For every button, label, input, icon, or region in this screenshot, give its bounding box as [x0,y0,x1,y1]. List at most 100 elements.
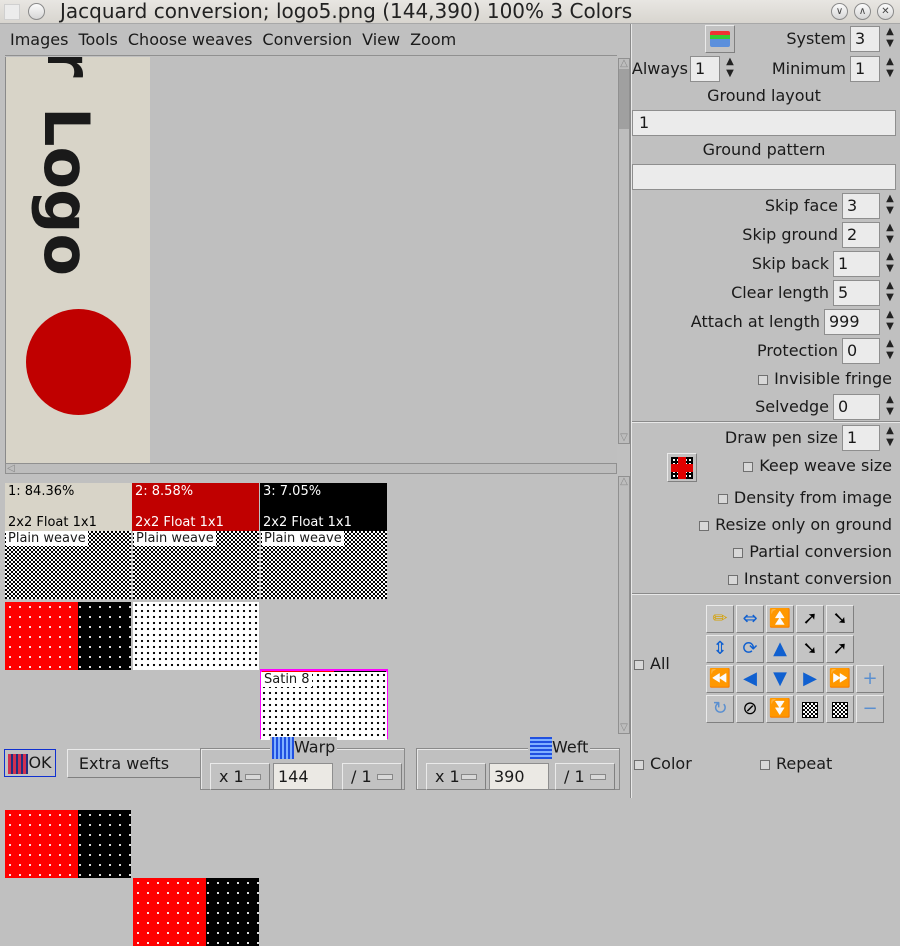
weave-cell[interactable] [133,602,259,670]
ok-button[interactable]: OK [4,749,56,777]
zoom-in-button[interactable]: + [856,665,884,693]
weave-vertical-scrollbar[interactable]: △ ▽ [618,476,630,734]
repeat-checkbox[interactable]: Repeat [760,754,832,773]
first-button[interactable]: ⏪ [706,665,734,693]
scroll-down-icon[interactable]: ▽ [619,432,629,444]
image-view[interactable]: r Logo [5,57,617,463]
menu-images[interactable]: Images [5,26,73,54]
minimum-input[interactable]: 1 [850,56,880,82]
skip-back-input[interactable]: 1 [833,251,880,277]
skip-ground-input[interactable]: 2 [842,222,880,248]
attach-at-length-spinner[interactable]: ▲ ▼ [883,309,897,335]
color-3-header[interactable]: 3: 7.05% 2x2 Float 1x1 [260,483,387,531]
checkbox-box[interactable] [717,493,728,504]
all-checkbox[interactable]: All [634,654,670,673]
skip-ground-spinner[interactable]: ▲ ▼ [883,222,897,248]
color-checkbox[interactable]: Color [634,754,692,773]
close-button[interactable]: ✕ [877,3,894,20]
partial-conversion-checkbox[interactable]: Partial conversion [733,542,892,561]
last-button[interactable]: ⏩ [826,665,854,693]
weave-cell[interactable]: Plain weave [5,531,131,599]
right-button[interactable]: ▶ [796,665,824,693]
minimize-button[interactable]: ∨ [831,3,848,20]
attach-at-length-input[interactable]: 999 [824,309,880,335]
clear-button[interactable]: ✏ [706,605,734,633]
weave-cell[interactable] [5,602,131,670]
up-button[interactable]: ▲ [766,635,794,663]
checkbox-box[interactable] [733,547,744,558]
skip-back-spinner[interactable]: ▲ ▼ [883,251,897,277]
skip-face-spinner[interactable]: ▲ ▼ [883,193,897,219]
double-up-button[interactable]: ⏫ [766,605,794,633]
color-2-header[interactable]: 2: 8.58% 2x2 Float 1x1 [132,483,259,531]
menu-zoom[interactable]: Zoom [405,26,461,54]
selvedge-spinner[interactable]: ▲ ▼ [883,394,897,420]
down-button[interactable]: ▼ [766,665,794,693]
move-up-left-button[interactable] [826,695,854,723]
refresh-button[interactable]: ↻ [706,695,734,723]
menu-conversion[interactable]: Conversion [257,26,357,54]
warp-value-input[interactable]: 144 [273,763,333,790]
protection-input[interactable]: 0 [842,338,880,364]
ground-layout-input[interactable]: 1 [632,110,896,136]
minimum-spinner[interactable]: ▲ ▼ [883,56,897,82]
draw-pen-size-spinner[interactable]: ▲ ▼ [883,425,897,451]
flip-horizontal-button[interactable]: ⇔ [736,605,764,633]
clear-length-input[interactable]: 5 [833,280,880,306]
shift-left-diagonal-button[interactable]: ➘ [826,605,854,633]
scrollbar-thumb[interactable] [619,69,629,129]
zoom-out-button[interactable]: − [856,695,884,723]
shift-up-diagonal-button[interactable]: ➚ [826,635,854,663]
instant-conversion-checkbox[interactable]: Instant conversion [727,569,892,588]
invert-button[interactable]: ⊘ [736,695,764,723]
skip-face-input[interactable]: 3 [842,193,880,219]
weave-cell[interactable] [133,878,259,946]
weft-value-input[interactable]: 390 [489,763,549,790]
warp-multiplier-select[interactable]: x 1 [210,763,270,790]
menu-tools[interactable]: Tools [73,26,122,54]
menu-view[interactable]: View [357,26,405,54]
ground-pattern-input[interactable] [632,164,896,190]
weft-divisor-select[interactable]: / 1 [555,763,615,790]
draw-pen-size-input[interactable]: 1 [842,425,880,451]
warp-divisor-select[interactable]: / 1 [342,763,402,790]
weft-multiplier-select[interactable]: x 1 [426,763,486,790]
always-input[interactable]: 1 [690,56,720,82]
checkbox-box[interactable] [727,574,738,585]
resize-only-on-ground-checkbox[interactable]: Resize only on ground [699,515,892,534]
window-menu-button[interactable] [28,3,45,20]
keep-weave-size-checkbox[interactable]: Keep weave size [743,456,892,475]
weave-resize-button[interactable] [667,453,697,482]
maximize-button[interactable]: ∧ [854,3,871,20]
invisible-fringe-checkbox[interactable]: Invisible fringe [758,369,892,388]
checkbox-box[interactable] [758,374,769,385]
checkbox-box[interactable] [760,759,770,770]
rotate-button[interactable]: ⟳ [736,635,764,663]
density-from-image-checkbox[interactable]: Density from image [717,488,892,507]
clear-length-spinner[interactable]: ▲ ▼ [883,280,897,306]
checkbox-box[interactable] [699,520,710,531]
scroll-down-icon[interactable]: ▽ [619,722,629,734]
weave-cell[interactable]: Satin 8 [261,672,387,740]
image-canvas[interactable]: r Logo [6,57,150,463]
always-spinner[interactable]: ▲ ▼ [723,56,737,82]
menu-choose-weaves[interactable]: Choose weaves [123,26,258,54]
shift-right-diagonal-button[interactable]: ➚ [796,605,824,633]
left-button[interactable]: ◀ [736,665,764,693]
extra-wefts-button[interactable]: Extra wefts [67,749,201,778]
system-spinner[interactable]: ▲ ▼ [883,26,897,52]
shift-down-diagonal-button[interactable]: ➘ [796,635,824,663]
double-down-button[interactable]: ⏬ [766,695,794,723]
checkbox-box[interactable] [634,659,644,670]
open-palette-button[interactable] [705,25,735,53]
flip-vertical-button[interactable]: ⇕ [706,635,734,663]
color-1-header[interactable]: 1: 84.36% 2x2 Float 1x1 [5,483,132,531]
image-vertical-scrollbar[interactable]: △ ▽ [618,58,630,444]
selvedge-input[interactable]: 0 [833,394,880,420]
image-horizontal-scrollbar[interactable]: ◁ [5,463,617,474]
weave-cell[interactable]: Plain weave [133,531,259,599]
move-down-right-button[interactable] [796,695,824,723]
scroll-left-icon[interactable]: ◁ [6,463,16,475]
scroll-up-icon[interactable]: △ [619,476,629,488]
weave-cell[interactable]: Plain weave [261,531,387,599]
